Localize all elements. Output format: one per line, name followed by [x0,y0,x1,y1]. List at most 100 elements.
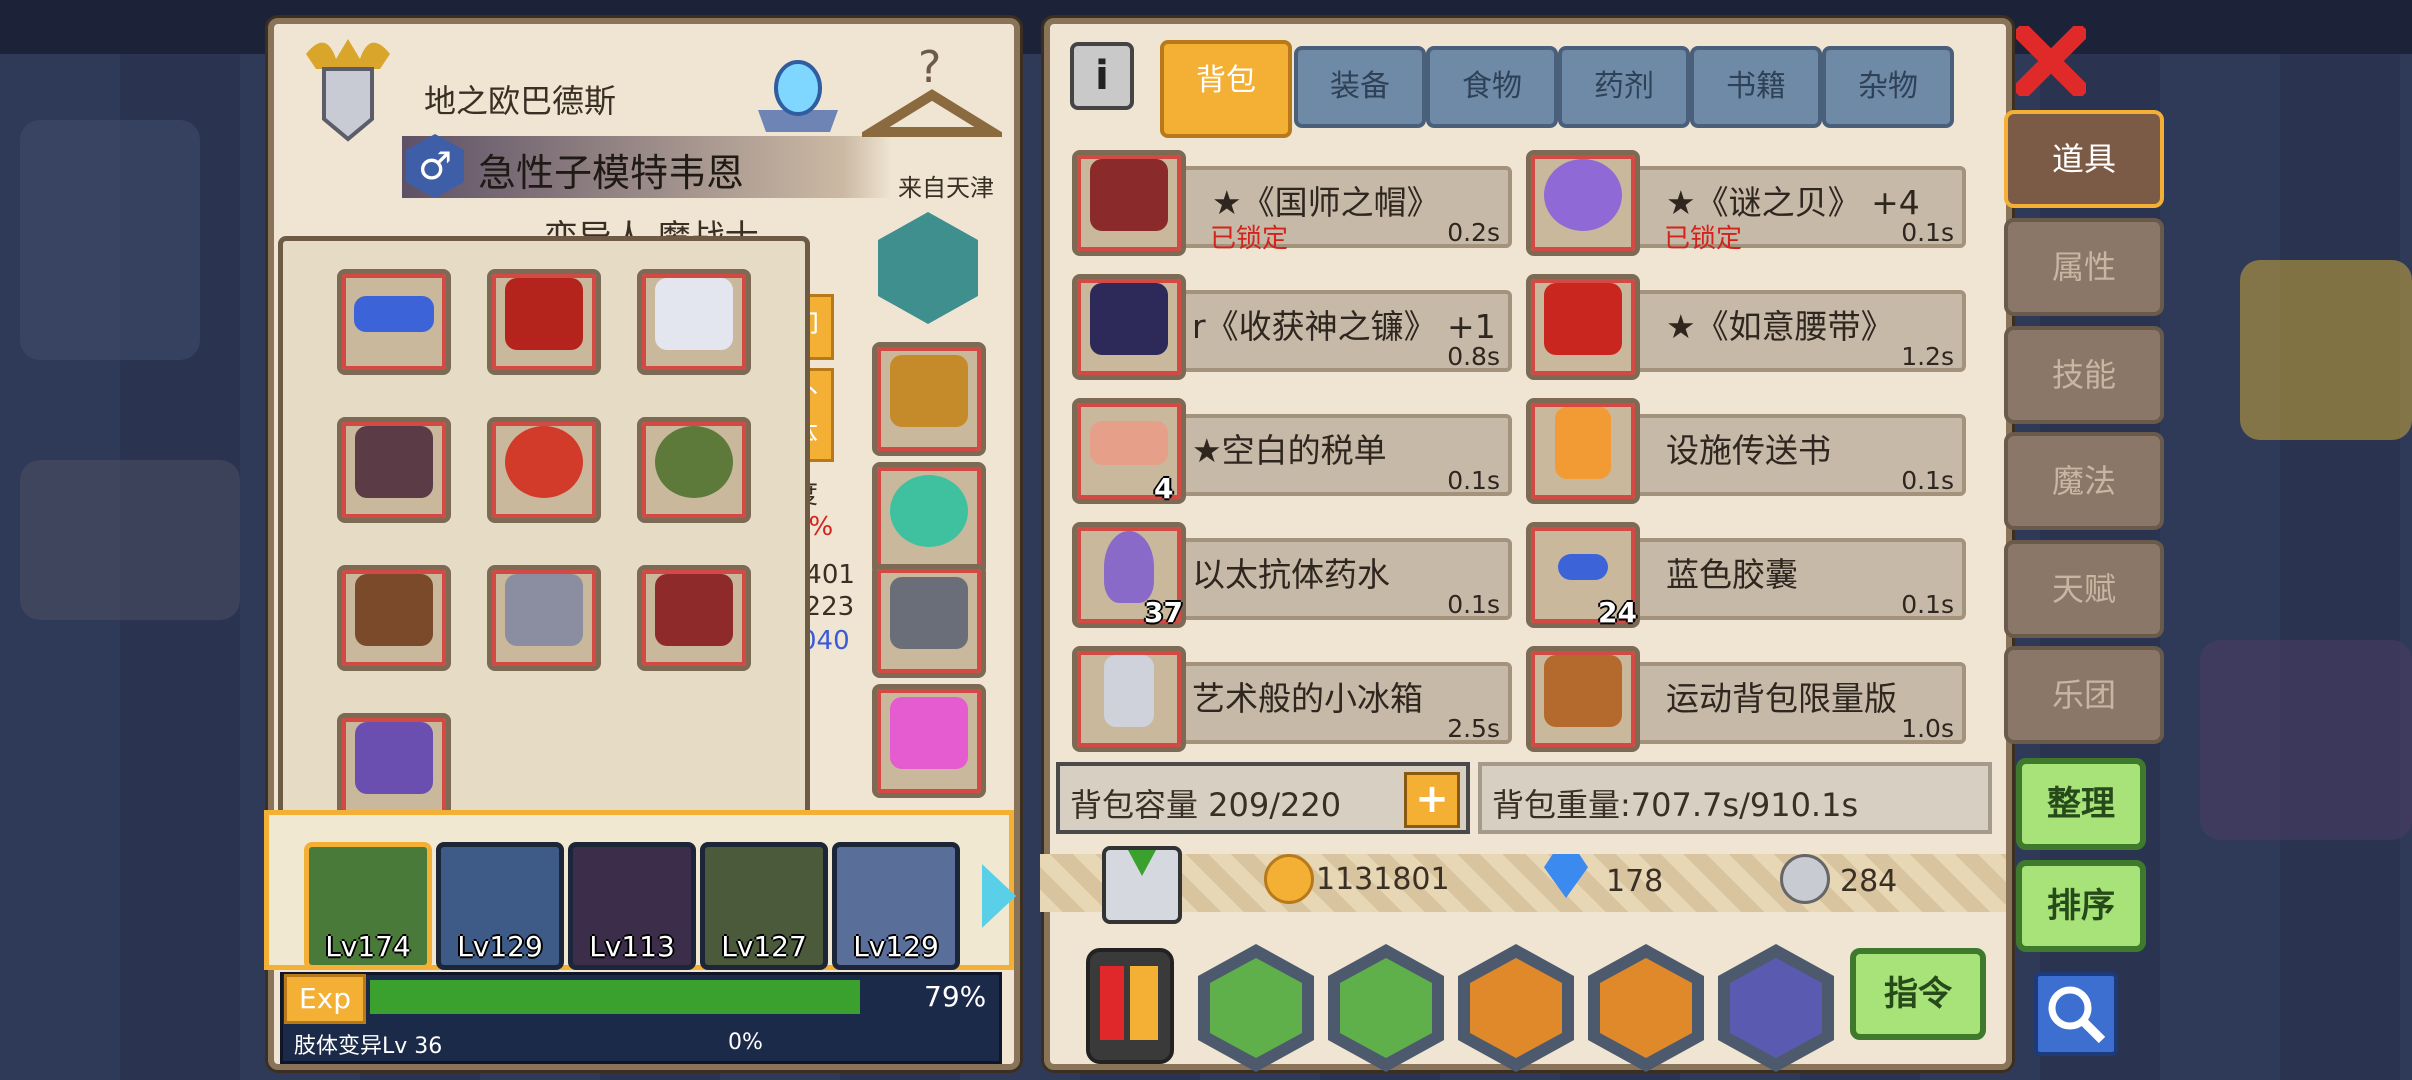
equip-slot-ring[interactable] [872,462,986,576]
capsule-icon [1558,554,1608,581]
item-icon-box [1526,646,1640,752]
item-weight: 1.2s [1901,342,1954,371]
equip-slot-accessory[interactable] [872,684,986,798]
sidetab-skills[interactable]: 技能 [2004,326,2164,424]
close-icon[interactable] [2011,21,2091,101]
blue-capsule-icon [354,296,434,333]
winged-boots-icon [355,574,433,647]
item-weight: 0.1s [1447,590,1500,619]
golden-armor-icon [890,354,968,427]
skull-icon [1340,958,1432,1058]
equip-grid-slot[interactable] [337,269,451,375]
fridge-icon [1104,655,1154,728]
inventory-item[interactable]: ★《如意腰带》 1.2s [1526,260,1976,380]
organize-button[interactable]: 整理 [2016,758,2146,850]
item-name: 运动背包限量版 [1666,679,1897,718]
wizard-hat-icon [1090,159,1168,232]
equip-slot-boots[interactable] [872,564,986,678]
rank-emblem-icon [296,34,400,144]
character-origin: 来自天津 [898,174,994,202]
book-icon [1555,407,1611,480]
crystal-pedestal-icon[interactable] [748,40,848,140]
party-level: Lv127 [721,930,807,963]
party-member[interactable]: Lv174 [304,842,432,970]
bag-capacity-box: 背包容量 209/220 + [1056,762,1470,834]
vortex-skill-button[interactable] [1718,944,1834,1072]
mutation-percent: 0% [728,1030,763,1055]
party-member[interactable]: Lv127 [700,842,828,970]
item-icon-box [1072,646,1186,752]
inventory-item[interactable]: 37 以太抗体药水 0.1s [1072,508,1522,629]
item-weight: 1.0s [1901,714,1954,743]
dragon-belt-icon [505,278,583,351]
equip-grid-slot[interactable] [637,269,751,375]
amulet-icon[interactable] [878,212,978,324]
tab-equipment[interactable]: 装备 [1294,46,1426,128]
sort-button[interactable]: 排序 [2016,860,2146,952]
background-plant [20,120,200,360]
sidetab-band[interactable]: 乐团 [2004,646,2164,744]
red-bar-icon [1100,966,1124,1040]
item-locked: 已锁定 [1210,224,1289,254]
poison-skill-button[interactable] [1328,944,1444,1072]
download-box-icon[interactable] [1102,846,1182,924]
white-glove-icon [655,278,733,351]
sidetab-magic[interactable]: 魔法 [2004,432,2164,530]
party-level: Lv129 [853,930,939,963]
silver-coin-icon [1780,854,1830,904]
equip-slot-armor[interactable] [872,342,986,456]
info-icon[interactable]: i [1070,42,1134,110]
item-name: r《收获神之镰》 +1 [1192,307,1496,346]
party-next-arrow-icon[interactable] [982,864,1016,928]
inventory-item[interactable]: 艺术般的小冰箱 2.5s [1072,632,1522,752]
sidetab-attributes[interactable]: 属性 [2004,218,2164,316]
expand-bag-button[interactable]: + [1404,772,1460,828]
inventory-item[interactable]: 4 ★空白的税单 0.1s [1072,384,1522,505]
heal-skill-button[interactable] [1198,944,1314,1072]
inventory-item[interactable]: r《收获神之镰》 +1 0.8s [1072,260,1522,380]
item-name: ★《国师之帽》 [1212,183,1440,222]
item-icon-box [1526,398,1640,504]
party-member[interactable]: Lv129 [436,842,564,970]
attack-skill-button[interactable] [1458,944,1574,1072]
exp-bar-fill [370,980,860,1014]
equip-grid-slot[interactable] [337,713,451,819]
equip-grid-slot[interactable] [337,565,451,671]
tab-food[interactable]: 食物 [1426,46,1558,128]
party-member[interactable]: Lv129 [832,842,960,970]
tab-misc[interactable]: 杂物 [1822,46,1954,128]
tab-bag[interactable]: 背包 [1160,40,1292,138]
equip-grid-slot[interactable] [637,565,751,671]
item-weight: 0.1s [1901,218,1954,247]
sidetab-talent[interactable]: 天赋 [2004,540,2164,638]
inventory-item[interactable]: ★《谜之贝》 +4 已锁定 0.1s [1526,136,1976,256]
scythe-icon [1090,283,1168,356]
gold-amount: 1131801 [1316,862,1450,897]
demon-armor-icon [655,574,733,647]
background-machine [2240,260,2412,440]
item-weight: 0.1s [1901,466,1954,495]
item-count: 37 [1144,596,1183,629]
silver-amount: 284 [1840,864,1898,899]
inventory-item[interactable]: 设施传送书 0.1s [1526,384,1976,504]
search-icon[interactable] [2034,972,2118,1056]
equip-grid-slot[interactable] [487,269,601,375]
inventory-item[interactable]: 24 蓝色胶囊 0.1s [1526,508,1976,629]
party-member[interactable]: Lv113 [568,842,696,970]
bag-capacity: 背包容量 209/220 [1070,786,1342,824]
tab-books[interactable]: 书籍 [1690,46,1822,128]
equip-grid-slot[interactable] [337,417,451,523]
dice-counter-icon[interactable] [1086,948,1174,1064]
equip-grid-slot[interactable] [487,417,601,523]
bag-weight-box: 背包重量:707.7s/910.1s [1478,762,1992,834]
tab-potion[interactable]: 药剂 [1558,46,1690,128]
inventory-item[interactable]: ★《国师之帽》 已锁定 0.2s [1072,136,1522,256]
inventory-item[interactable]: 运动背包限量版 1.0s [1526,632,1976,752]
wardrobe-hanger-icon[interactable]: ? [854,40,1010,150]
command-button[interactable]: 指令 [1850,948,1986,1040]
spear-skill-button[interactable] [1588,944,1704,1072]
sidetab-items[interactable]: 道具 [2004,110,2164,208]
item-name: ★《谜之贝》 +4 [1666,183,1920,222]
equip-grid-slot[interactable] [637,417,751,523]
equip-grid-slot[interactable] [487,565,601,671]
